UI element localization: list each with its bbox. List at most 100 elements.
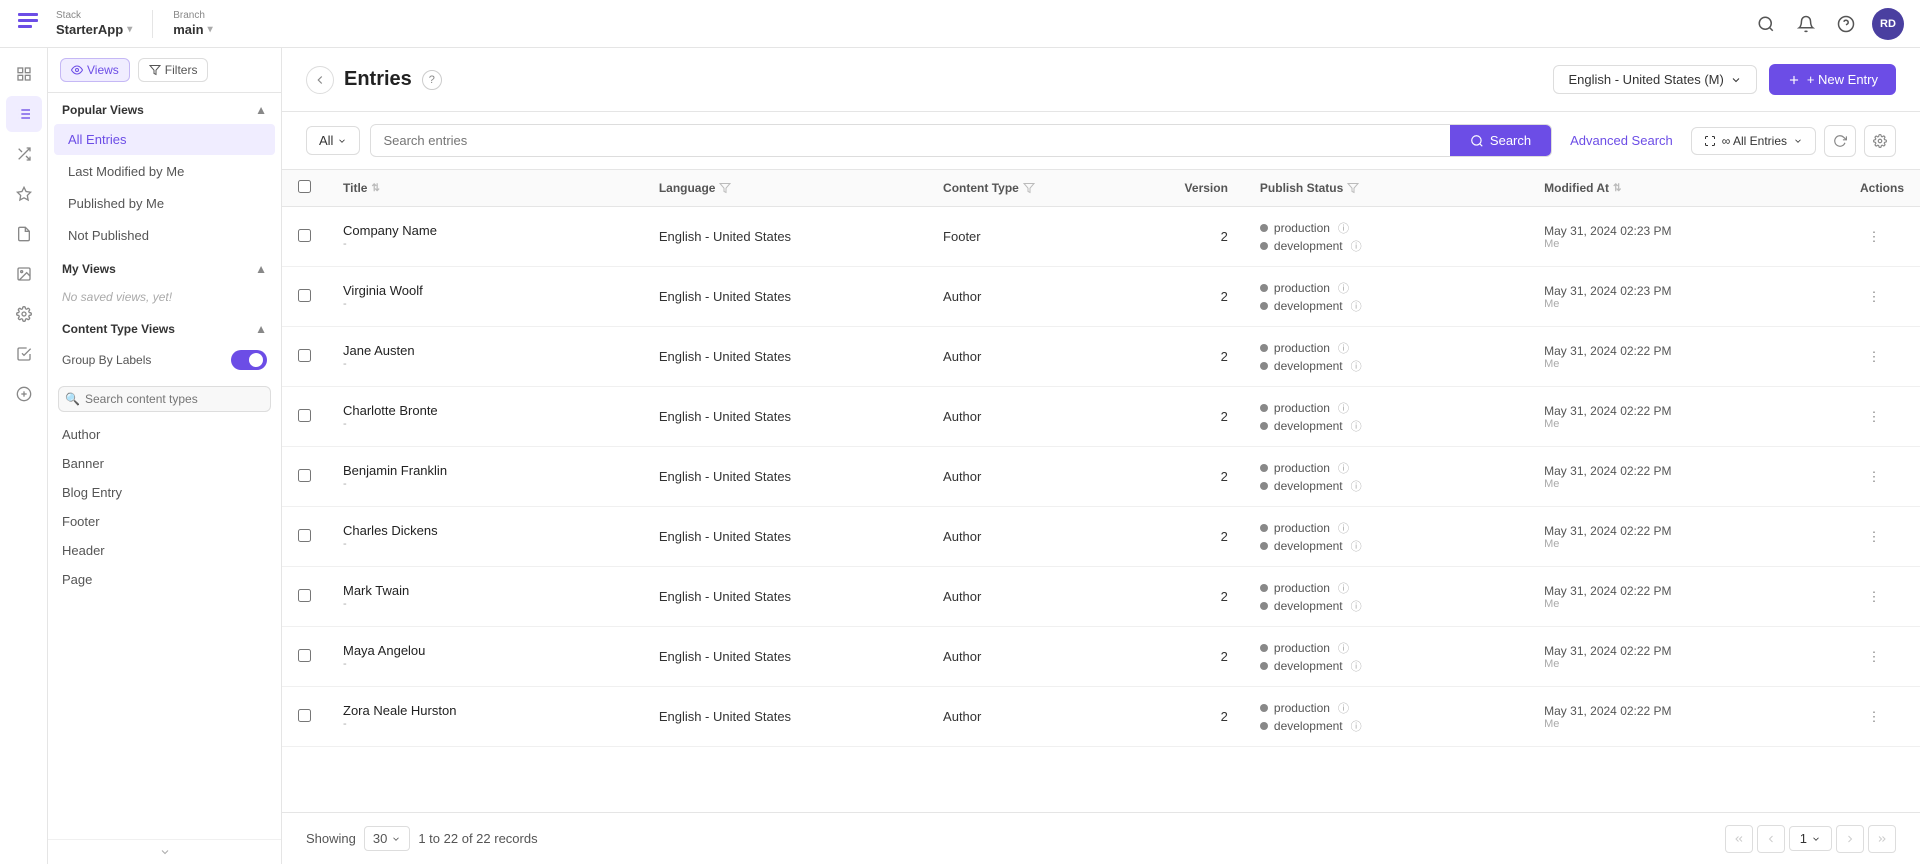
- content-type-search-input[interactable]: [58, 386, 271, 412]
- status-info-icon[interactable]: ⓘ: [1351, 298, 1362, 314]
- row-checkbox-cell[interactable]: [282, 387, 327, 447]
- status-info-icon[interactable]: ⓘ: [1338, 220, 1349, 236]
- content-type-banner[interactable]: Banner: [48, 449, 281, 478]
- content-type-blog-entry[interactable]: Blog Entry: [48, 478, 281, 507]
- row-checkbox-cell[interactable]: [282, 627, 327, 687]
- content-type-page[interactable]: Page: [48, 565, 281, 594]
- row-checkbox[interactable]: [298, 349, 311, 362]
- select-all-header[interactable]: [282, 170, 327, 207]
- view-item-last-modified[interactable]: Last Modified by Me: [54, 156, 275, 187]
- language-selector[interactable]: English - United States (M): [1553, 65, 1756, 94]
- th-language[interactable]: Language: [643, 170, 927, 207]
- per-page-selector[interactable]: 30: [364, 826, 410, 851]
- status-info-icon[interactable]: ⓘ: [1338, 700, 1349, 716]
- app-name[interactable]: StarterApp ▾: [56, 22, 132, 38]
- row-title-cell[interactable]: Virginia Woolf -: [327, 267, 643, 327]
- row-checkbox-cell[interactable]: [282, 327, 327, 387]
- row-title-cell[interactable]: Zora Neale Hurston -: [327, 687, 643, 747]
- all-entries-dropdown[interactable]: ∞ All Entries: [1691, 127, 1816, 155]
- sidebar-icon-entries[interactable]: [6, 216, 42, 252]
- sidebar-icon-modules[interactable]: [6, 136, 42, 172]
- row-checkbox[interactable]: [298, 469, 311, 482]
- row-actions-button[interactable]: ⋮: [1860, 643, 1888, 671]
- content-type-footer[interactable]: Footer: [48, 507, 281, 536]
- help-icon[interactable]: [1832, 10, 1860, 38]
- row-title-cell[interactable]: Charles Dickens -: [327, 507, 643, 567]
- row-title-cell[interactable]: Benjamin Franklin -: [327, 447, 643, 507]
- status-info-icon[interactable]: ⓘ: [1338, 280, 1349, 296]
- status-info-icon[interactable]: ⓘ: [1338, 460, 1349, 476]
- next-page-button[interactable]: [1836, 825, 1864, 853]
- row-checkbox-cell[interactable]: [282, 267, 327, 327]
- status-info-icon[interactable]: ⓘ: [1351, 538, 1362, 554]
- refresh-button[interactable]: [1824, 125, 1856, 157]
- row-actions-button[interactable]: ⋮: [1860, 463, 1888, 491]
- status-info-icon[interactable]: ⓘ: [1338, 640, 1349, 656]
- search-button[interactable]: Search: [1450, 125, 1551, 156]
- th-version[interactable]: Version: [1164, 170, 1244, 207]
- row-checkbox-cell[interactable]: [282, 567, 327, 627]
- status-info-icon[interactable]: ⓘ: [1351, 418, 1362, 434]
- views-tab[interactable]: Views: [60, 58, 130, 82]
- status-info-icon[interactable]: ⓘ: [1351, 718, 1362, 734]
- status-info-icon[interactable]: ⓘ: [1351, 478, 1362, 494]
- row-checkbox[interactable]: [298, 529, 311, 542]
- first-page-button[interactable]: [1725, 825, 1753, 853]
- panel-scroll-down[interactable]: [48, 839, 281, 864]
- th-title[interactable]: Title ⇅: [327, 170, 643, 207]
- sidebar-icon-settings[interactable]: [6, 296, 42, 332]
- row-checkbox[interactable]: [298, 589, 311, 602]
- content-type-filter-icon[interactable]: [1023, 182, 1035, 194]
- advanced-search-button[interactable]: Advanced Search: [1562, 133, 1681, 148]
- select-all-checkbox[interactable]: [298, 180, 311, 193]
- row-actions-button[interactable]: ⋮: [1860, 583, 1888, 611]
- row-checkbox[interactable]: [298, 649, 311, 662]
- content-type-views-toggle[interactable]: ▲: [255, 322, 267, 336]
- status-info-icon[interactable]: ⓘ: [1351, 358, 1362, 374]
- status-info-icon[interactable]: ⓘ: [1351, 658, 1362, 674]
- content-type-header[interactable]: Header: [48, 536, 281, 565]
- search-icon[interactable]: [1752, 10, 1780, 38]
- row-actions-button[interactable]: ⋮: [1860, 223, 1888, 251]
- th-publish-status[interactable]: Publish Status: [1244, 170, 1528, 207]
- filter-all-dropdown[interactable]: All: [306, 126, 360, 155]
- bell-icon[interactable]: [1792, 10, 1820, 38]
- popular-views-toggle[interactable]: ▲: [255, 103, 267, 117]
- status-info-icon[interactable]: ⓘ: [1338, 520, 1349, 536]
- status-info-icon[interactable]: ⓘ: [1351, 598, 1362, 614]
- prev-page-button[interactable]: [1757, 825, 1785, 853]
- language-filter-icon[interactable]: [719, 182, 731, 194]
- my-views-toggle[interactable]: ▲: [255, 262, 267, 276]
- row-checkbox[interactable]: [298, 289, 311, 302]
- row-actions-button[interactable]: ⋮: [1860, 703, 1888, 731]
- back-button[interactable]: [306, 66, 334, 94]
- user-avatar[interactable]: RD: [1872, 8, 1904, 40]
- current-page-selector[interactable]: 1: [1789, 826, 1832, 851]
- row-title-cell[interactable]: Charlotte Bronte -: [327, 387, 643, 447]
- content-type-author[interactable]: Author: [48, 420, 281, 449]
- row-actions-button[interactable]: ⋮: [1860, 343, 1888, 371]
- view-item-not-published[interactable]: Not Published: [54, 220, 275, 251]
- status-info-icon[interactable]: ⓘ: [1338, 580, 1349, 596]
- publish-filter-icon[interactable]: [1347, 182, 1359, 194]
- status-info-icon[interactable]: ⓘ: [1338, 340, 1349, 356]
- last-page-button[interactable]: [1868, 825, 1896, 853]
- entries-help-icon[interactable]: ?: [422, 70, 442, 90]
- row-checkbox-cell[interactable]: [282, 207, 327, 267]
- sidebar-icon-deploy[interactable]: [6, 176, 42, 212]
- row-checkbox[interactable]: [298, 229, 311, 242]
- row-actions-button[interactable]: ⋮: [1860, 523, 1888, 551]
- row-title-cell[interactable]: Maya Angelou -: [327, 627, 643, 687]
- row-actions-button[interactable]: ⋮: [1860, 283, 1888, 311]
- status-info-icon[interactable]: ⓘ: [1351, 238, 1362, 254]
- row-checkbox-cell[interactable]: [282, 687, 327, 747]
- group-by-toggle[interactable]: [231, 350, 267, 370]
- view-item-published-by-me[interactable]: Published by Me: [54, 188, 275, 219]
- th-content-type[interactable]: Content Type: [927, 170, 1164, 207]
- row-title-cell[interactable]: Jane Austen -: [327, 327, 643, 387]
- th-modified-at[interactable]: Modified At ⇅: [1528, 170, 1844, 207]
- row-actions-button[interactable]: ⋮: [1860, 403, 1888, 431]
- row-title-cell[interactable]: Company Name -: [327, 207, 643, 267]
- filters-tab[interactable]: Filters: [138, 58, 209, 82]
- row-checkbox[interactable]: [298, 709, 311, 722]
